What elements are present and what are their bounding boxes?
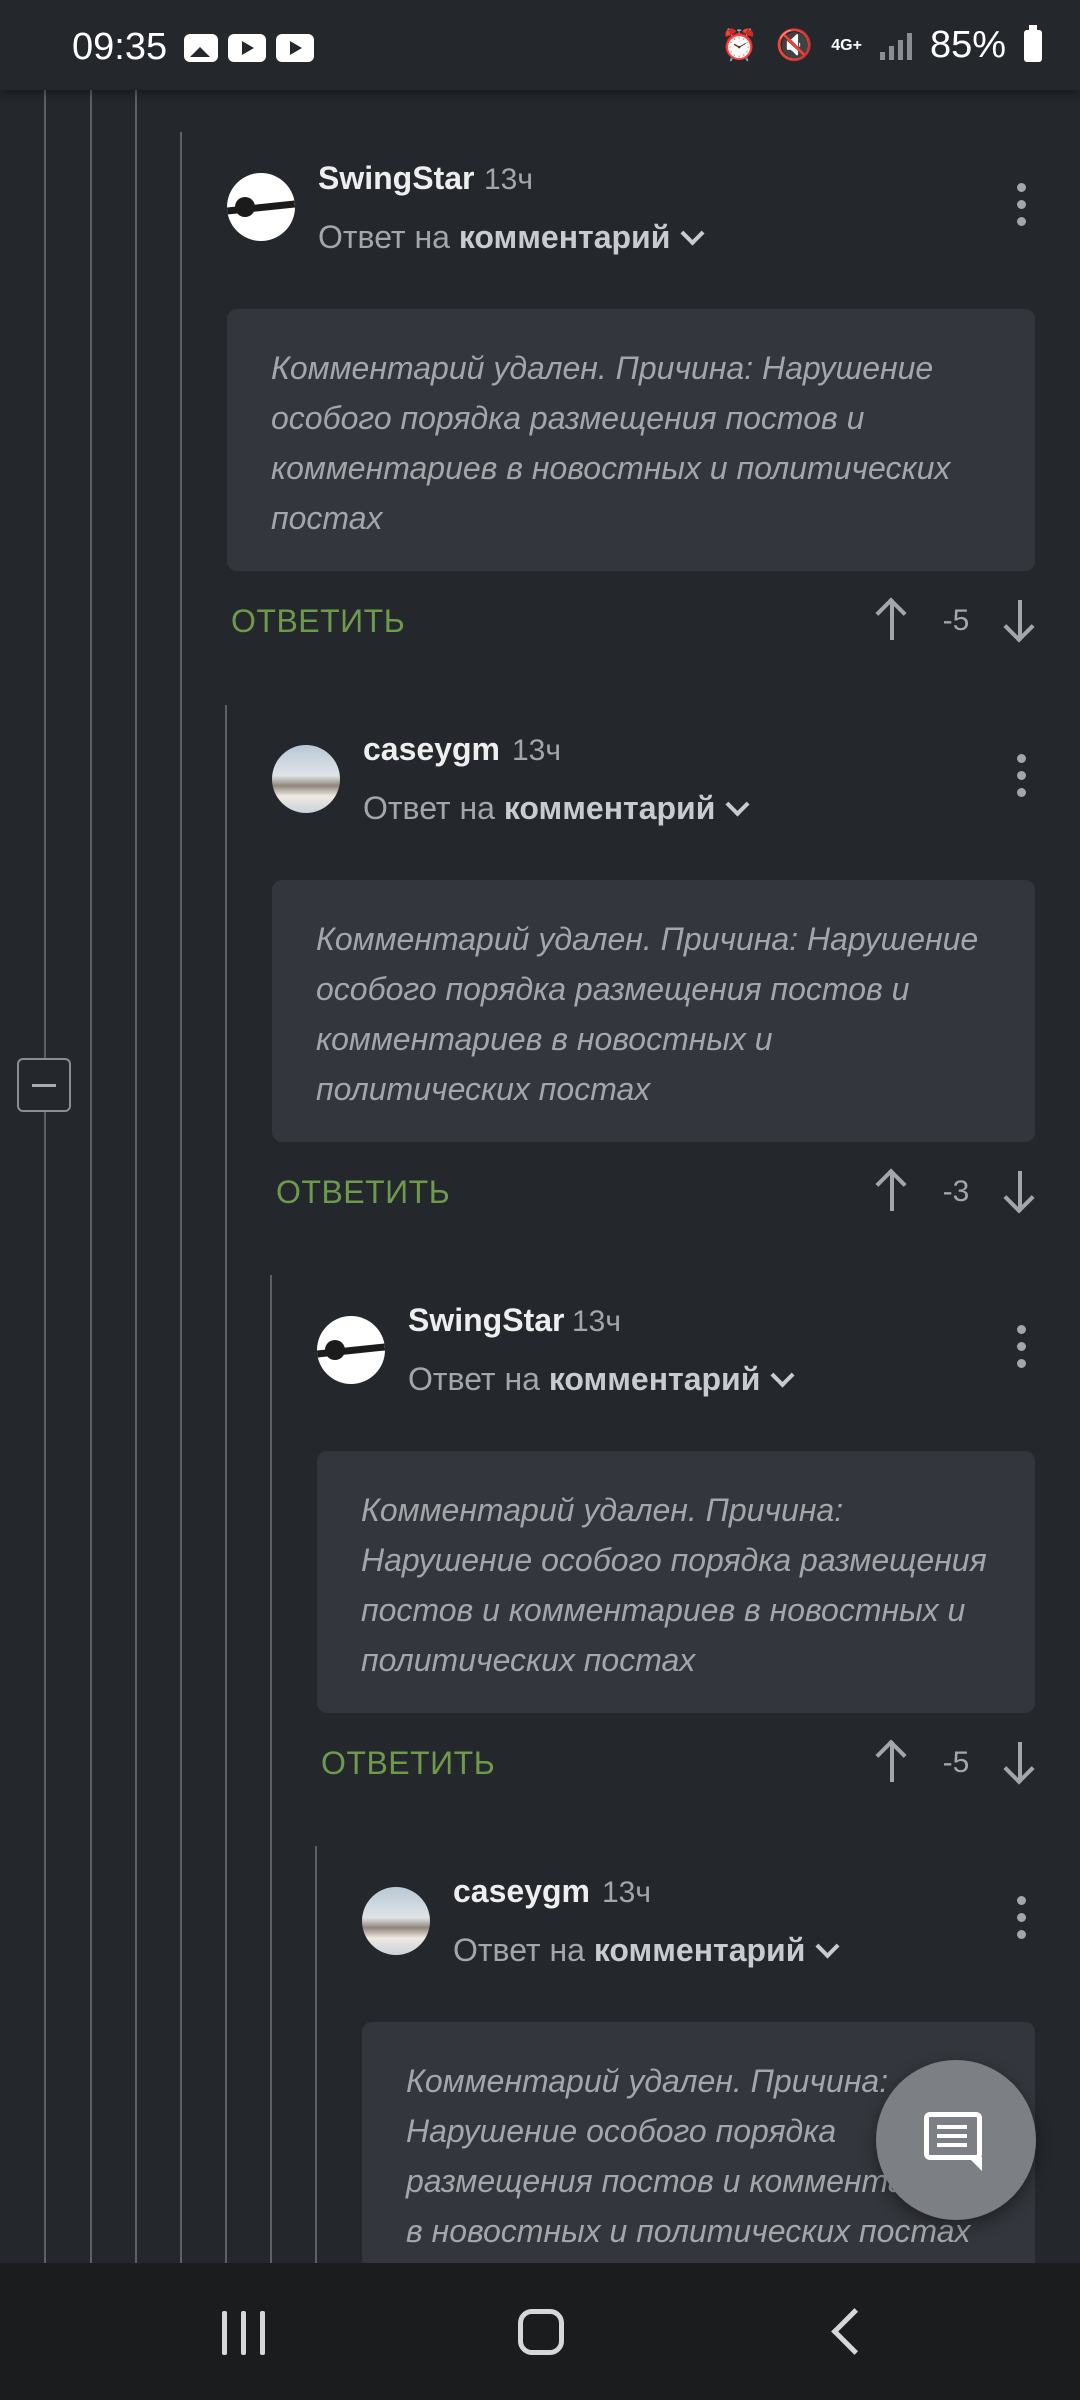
thread-line[interactable] <box>90 90 92 2263</box>
image-icon <box>184 34 218 62</box>
home-icon[interactable] <box>518 2309 564 2355</box>
downvote-arrow-icon[interactable] <box>1000 596 1040 644</box>
reply-to-target: комментарий <box>458 219 671 255</box>
thread-line[interactable] <box>225 705 227 2263</box>
chevron-down-icon <box>725 792 750 817</box>
comment-body: Комментарий удален. Причина: Нарушение о… <box>227 309 1035 571</box>
upvote-arrow-icon[interactable] <box>872 1738 912 1786</box>
upvote-arrow-icon[interactable] <box>872 596 912 644</box>
comment-author[interactable]: caseygm <box>453 1873 590 1910</box>
chevron-down-icon <box>815 1934 840 1959</box>
battery-percent: 85% <box>929 24 1006 66</box>
alarm-icon: ⏰ <box>720 29 758 62</box>
comment-author[interactable]: caseygm <box>363 731 500 768</box>
navigation-bar <box>0 2263 1080 2400</box>
comment-score: -5 <box>942 604 970 637</box>
comment-time: 13ч <box>512 734 561 767</box>
thread-line[interactable] <box>270 1275 272 2263</box>
more-options-icon[interactable] <box>1015 1325 1027 1369</box>
chevron-down-icon <box>680 221 705 246</box>
comment-author[interactable]: SwingStar <box>318 160 474 197</box>
comment-body: Комментарий удален. Причина: Нарушение о… <box>272 880 1035 1142</box>
avatar[interactable] <box>317 1316 385 1384</box>
reply-to-link[interactable]: Ответ на комментарий <box>453 1932 840 1969</box>
back-icon[interactable] <box>831 2308 878 2355</box>
reply-to-target: комментарий <box>593 1932 806 1968</box>
comment-time: 13ч <box>602 1876 651 1909</box>
reply-to-link[interactable]: Ответ на комментарий <box>363 790 750 827</box>
signal-icon <box>879 32 912 60</box>
system-icons: ⏰ 🔇 4G+ 85% <box>721 24 1042 67</box>
more-options-icon[interactable] <box>1015 1896 1027 1940</box>
avatar[interactable] <box>272 745 340 813</box>
avatar[interactable] <box>227 173 295 241</box>
thread-line[interactable] <box>180 132 182 2263</box>
reply-to-prefix: Ответ на <box>453 1932 585 1968</box>
comment-time: 13ч <box>484 163 533 196</box>
comment-body: Комментарий удален. Причина: Нарушение о… <box>317 1451 1035 1713</box>
write-comment-button[interactable] <box>876 2060 1036 2220</box>
reply-button[interactable]: ОТВЕТИТЬ <box>321 1745 495 1782</box>
comment-time: 13ч <box>572 1305 621 1338</box>
comment-score: -3 <box>942 1175 970 1208</box>
downvote-arrow-icon[interactable] <box>1000 1167 1040 1215</box>
recent-apps-icon[interactable] <box>222 2311 266 2355</box>
thread-line[interactable] <box>44 90 46 2263</box>
status-time: 09:35 <box>72 26 168 68</box>
reply-to-prefix: Ответ на <box>318 219 450 255</box>
reply-to-link[interactable]: Ответ на комментарий <box>318 219 705 256</box>
comment-score: -5 <box>942 1746 970 1779</box>
comment-author[interactable]: SwingStar <box>408 1302 564 1339</box>
avatar[interactable] <box>362 1887 430 1955</box>
more-options-icon[interactable] <box>1015 754 1027 798</box>
reply-to-target: комментарий <box>503 790 716 826</box>
reply-to-prefix: Ответ на <box>408 1361 540 1397</box>
status-bar: 09:35 ⏰ 🔇 4G+ 85% <box>0 0 1080 90</box>
downvote-arrow-icon[interactable] <box>1000 1738 1040 1786</box>
youtube-icon <box>276 34 314 62</box>
network-type: 4G+ <box>831 36 862 54</box>
battery-icon <box>1024 24 1042 62</box>
reply-button[interactable]: ОТВЕТИТЬ <box>231 603 405 640</box>
comment-icon <box>924 2112 982 2171</box>
mute-icon: 🔇 <box>775 29 814 62</box>
more-options-icon[interactable] <box>1015 183 1027 227</box>
youtube-icon <box>228 34 266 62</box>
thread-line[interactable] <box>135 90 137 2263</box>
reply-to-target: комментарий <box>548 1361 761 1397</box>
reply-to-prefix: Ответ на <box>363 790 495 826</box>
notification-icons <box>184 34 314 62</box>
thread-line[interactable] <box>315 1846 317 2263</box>
reply-button[interactable]: ОТВЕТИТЬ <box>276 1174 450 1211</box>
chevron-down-icon <box>770 1363 795 1388</box>
collapse-thread-button[interactable] <box>17 1058 71 1112</box>
upvote-arrow-icon[interactable] <box>872 1167 912 1215</box>
reply-to-link[interactable]: Ответ на комментарий <box>408 1361 795 1398</box>
